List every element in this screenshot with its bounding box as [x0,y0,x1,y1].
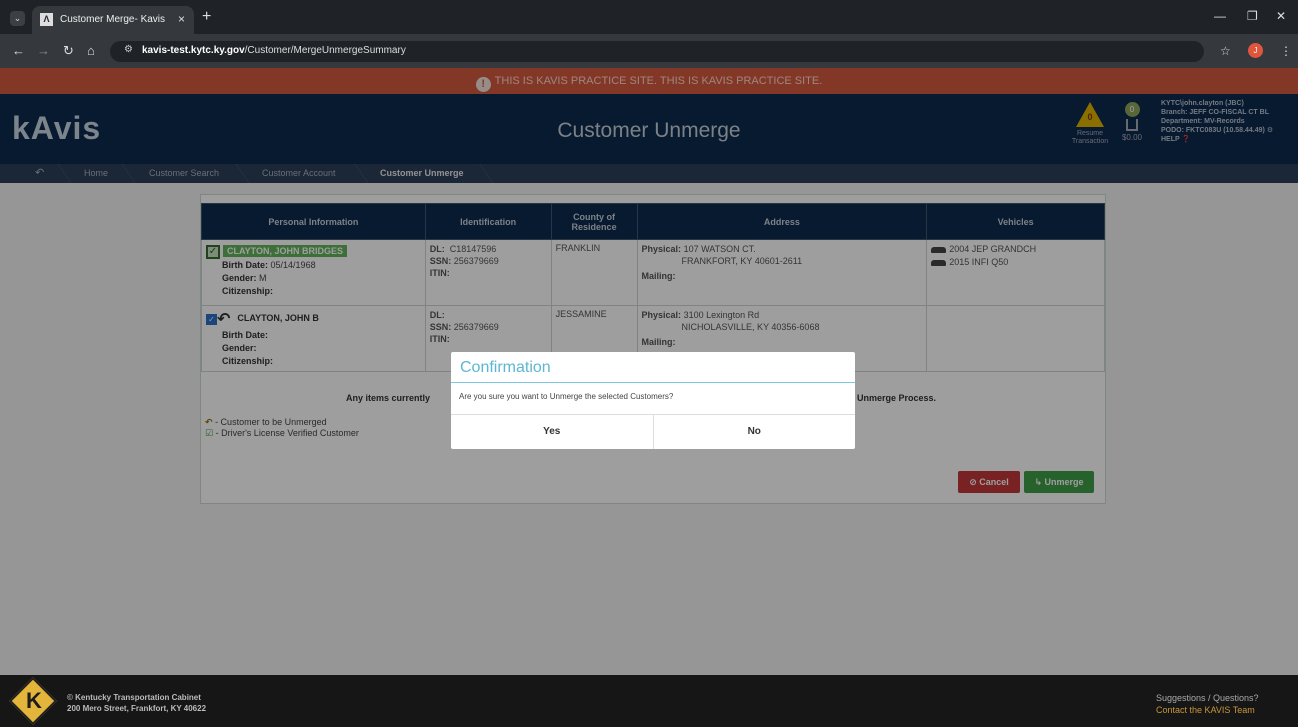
footer-org: © Kentucky Transportation Cabinet [67,693,201,702]
tab-search-chevron-icon[interactable]: ⌄ [10,11,25,26]
close-window-icon[interactable]: ✕ [1276,9,1286,23]
contact-link[interactable]: Contact the KAVIS Team [1156,705,1255,715]
dialog-title: Confirmation [460,359,551,376]
browser-tab-bar: ⌄ Λ Customer Merge- Kavis × + — ❐ ✕ [0,0,1298,34]
site-info-icon[interactable]: ⚙ [124,44,133,55]
url-path: /Customer/MergeUnmergeSummary [244,45,406,56]
url-field[interactable]: ⚙ kavis-test.kytc.ky.gov/Customer/MergeU… [110,41,1204,62]
back-icon[interactable]: ← [12,43,25,58]
no-button[interactable]: No [652,415,856,449]
reload-icon[interactable]: ↻ [63,43,74,59]
profile-avatar[interactable]: J [1248,43,1263,58]
page-footer: K © Kentucky Transportation Cabinet 200 … [0,675,1298,727]
footer-address: 200 Mero Street, Frankfort, KY 40622 [67,704,207,713]
kytc-logo-letter: K [26,688,42,713]
forward-icon[interactable]: → [37,43,50,58]
confirmation-dialog: Confirmation Are you sure you want to Un… [451,352,855,449]
url-host: kavis-test.kytc.ky.gov [142,45,245,56]
browser-menu-icon[interactable]: ⋮ [1280,44,1292,58]
dialog-message: Are you sure you want to Unmerge the sel… [459,392,674,401]
footer-suggestions: Suggestions / Questions? [1156,693,1259,703]
home-icon[interactable]: ⌂ [87,43,95,58]
restore-window-icon[interactable]: ❐ [1247,9,1258,23]
yes-button[interactable]: Yes [451,415,653,449]
kavis-favicon-icon: Λ [40,13,53,26]
new-tab-icon[interactable]: + [202,8,211,26]
browser-tab[interactable]: Λ Customer Merge- Kavis × [32,6,194,34]
bookmark-star-icon[interactable]: ☆ [1220,44,1231,58]
minimize-window-icon[interactable]: — [1214,9,1226,23]
close-tab-icon[interactable]: × [178,12,185,26]
browser-address-bar: ← → ↻ ⌂ ⚙ kavis-test.kytc.ky.gov/Custome… [0,34,1298,68]
browser-tab-title: Customer Merge- Kavis [60,14,166,25]
